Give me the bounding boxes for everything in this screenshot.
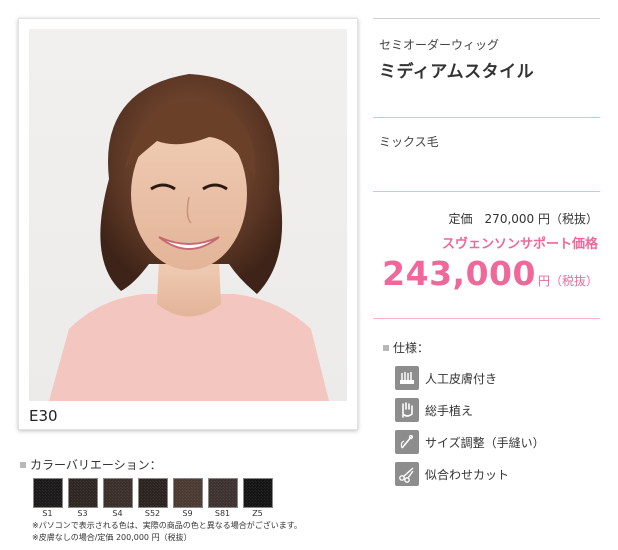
swatch-label: S3: [77, 509, 88, 518]
color-variation-title: カラーバリエーション：: [20, 456, 162, 473]
spec-label: サイズ調整（手縫い）: [425, 435, 545, 450]
product-material: ミックス毛: [379, 135, 439, 149]
top-divider: [373, 18, 600, 19]
swatch-label: Z5: [252, 509, 263, 518]
swatch-label: S81: [214, 509, 231, 518]
material-block: ミックス毛: [373, 133, 600, 191]
note-color-disclaimer: ※パソコンで表示される色は、実際の商品の色と異なる場合がございます。: [32, 521, 302, 530]
swatch-item[interactable]: S1: [30, 478, 65, 518]
needle-icon: [395, 430, 419, 454]
swatch-item[interactable]: Z5: [240, 478, 275, 518]
list-price-amount: 270,000 円（税抜）: [484, 212, 598, 226]
swatch-label: S52: [144, 509, 161, 518]
swatch-label: S9: [182, 509, 193, 518]
photo-caption: E30: [29, 407, 58, 425]
spec-label: 似合わせカット: [425, 467, 510, 482]
color-swatches: S1 S3 S4 S52 S9 S81 Z5: [30, 478, 275, 518]
swatch-label: S4: [112, 509, 123, 518]
notes: ※パソコンで表示される色は、実際の商品の色と異なる場合がございます。 ※皮膚なし…: [32, 520, 302, 544]
product-name: ミディアムスタイル: [379, 62, 535, 82]
sale-price: 243,000: [382, 254, 536, 293]
product-category: セミオーダーウィッグ: [379, 38, 500, 52]
product-photo: [29, 29, 347, 401]
pink-divider-1: [373, 117, 600, 118]
color-swatch[interactable]: [32, 478, 63, 508]
list-price: 定価 270,000 円（税抜）: [373, 210, 600, 227]
spec-item: サイズ調整（手縫い）: [395, 426, 600, 458]
color-swatch[interactable]: [102, 478, 133, 508]
product-photo-card: E30: [18, 18, 358, 430]
bullet-square-icon: [20, 462, 26, 468]
spec-list: 人工皮膚付き 総手植え サイズ調整（手縫い） 似合わせカット: [395, 362, 600, 490]
product-title-block: セミオーダーウィッグ ミディアムスタイル: [373, 36, 600, 117]
color-swatch[interactable]: [207, 478, 238, 508]
color-swatch[interactable]: [242, 478, 273, 508]
artificial-skin-icon: [395, 366, 419, 390]
support-price-label: スヴェンソンサポート価格: [441, 237, 598, 252]
model-wig-illustration: [49, 74, 329, 401]
swatch-item[interactable]: S81: [205, 478, 240, 518]
swatch-item[interactable]: S4: [100, 478, 135, 518]
color-swatch[interactable]: [172, 478, 203, 508]
spec-label: 総手植え: [425, 403, 474, 418]
color-swatch[interactable]: [67, 478, 98, 508]
scissors-icon: [395, 462, 419, 486]
swatch-item[interactable]: S52: [135, 478, 170, 518]
sale-price-row: 243,000 円（税抜）: [373, 254, 600, 293]
swatch-label: S1: [42, 509, 53, 518]
hand-icon: [395, 398, 419, 422]
list-price-label: 定価: [448, 212, 473, 226]
sale-price-unit: 円（税抜）: [537, 274, 598, 288]
pink-divider-2: [373, 191, 600, 192]
bullet-square-icon: [383, 345, 389, 351]
swatch-item[interactable]: S9: [170, 478, 205, 518]
product-info: セミオーダーウィッグ ミディアムスタイル ミックス毛 定価 270,000 円（税…: [373, 18, 600, 490]
spec-item: 似合わせカット: [395, 458, 600, 490]
price-block: 定価 270,000 円（税抜） スヴェンソンサポート価格 243,000 円（税抜…: [373, 210, 600, 318]
spec-label: 人工皮膚付き: [425, 371, 498, 386]
note-no-skin-price: ※皮膚なしの場合/定価 200,000 円（税抜）: [32, 533, 192, 542]
spec-item: 人工皮膚付き: [395, 362, 600, 394]
swatch-item[interactable]: S3: [65, 478, 100, 518]
spec-title: 仕様：: [383, 339, 600, 356]
spec-item: 総手植え: [395, 394, 600, 426]
color-swatch[interactable]: [137, 478, 168, 508]
pink-divider-3: [373, 318, 600, 319]
